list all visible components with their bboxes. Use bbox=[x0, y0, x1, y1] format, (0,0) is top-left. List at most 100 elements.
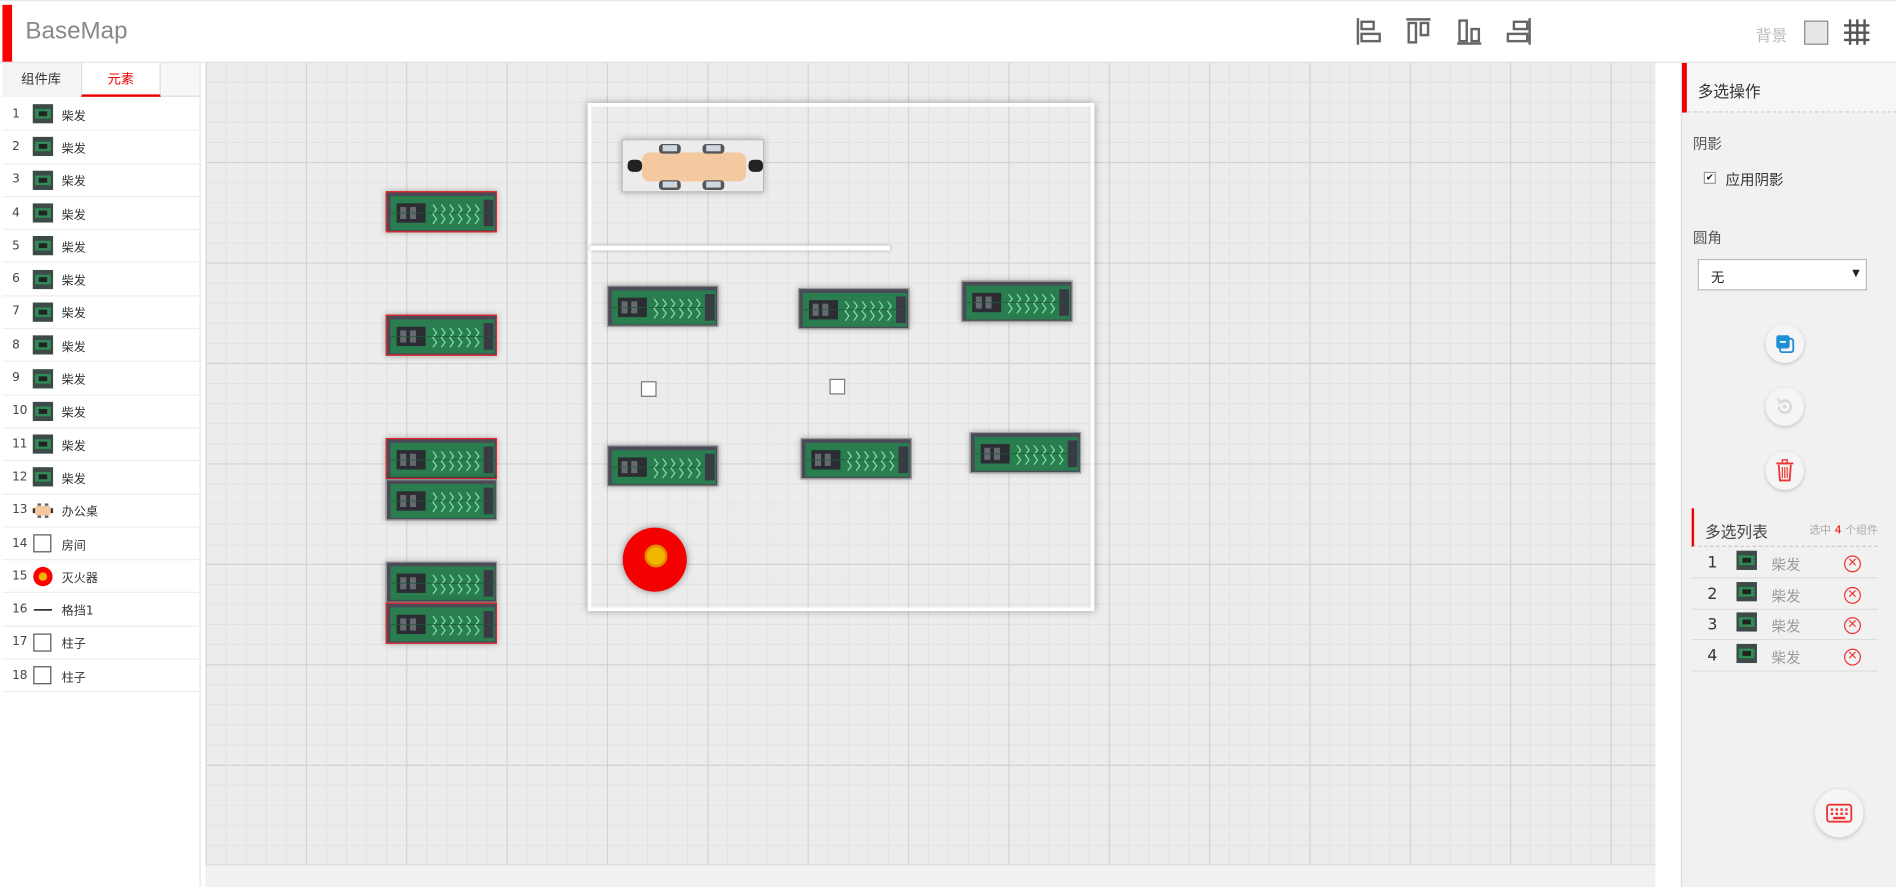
left-panel: 组件库 元素 1 柴发 2 柴发 3 柴发 4 柴发 5 柴发 6 柴发 7 柴发 8 柴发 9 柴发 10 柴发 11… bbox=[2, 62, 201, 887]
selected-item-index: 4 bbox=[1707, 647, 1718, 666]
generator-icon bbox=[31, 368, 53, 388]
list-item[interactable]: 13 办公桌 bbox=[2, 494, 200, 528]
background-swatch-button[interactable] bbox=[1804, 20, 1829, 45]
list-item-index: 9 bbox=[12, 371, 20, 385]
generator[interactable] bbox=[385, 602, 497, 644]
generator[interactable] bbox=[798, 288, 910, 330]
align-right-icon[interactable] bbox=[1505, 17, 1532, 46]
keyboard-button[interactable] bbox=[1815, 788, 1864, 838]
generator[interactable] bbox=[961, 280, 1073, 322]
list-item[interactable]: 17 柱子 bbox=[2, 627, 200, 660]
list-item-label: 柴发 bbox=[61, 473, 86, 487]
copy-button[interactable] bbox=[1765, 324, 1805, 364]
corner-select[interactable]: 无 ▼ bbox=[1697, 258, 1868, 291]
generator-icon bbox=[31, 434, 53, 454]
list-item[interactable]: 16 格挡1 bbox=[2, 593, 200, 627]
delete-button[interactable] bbox=[1765, 451, 1805, 491]
fire-extinguisher[interactable] bbox=[622, 527, 687, 592]
align-top-icon[interactable] bbox=[1405, 17, 1432, 46]
generator-icon bbox=[31, 104, 53, 124]
remove-icon[interactable]: ✕ bbox=[1844, 648, 1861, 666]
background-label: 背景 bbox=[1755, 27, 1788, 46]
app-title: BaseMap bbox=[25, 18, 128, 45]
generator-icon bbox=[31, 467, 53, 487]
selected-prefix: 选中 bbox=[1809, 525, 1832, 538]
corner-select-value: 无 bbox=[1711, 269, 1725, 286]
reset-button[interactable] bbox=[1765, 387, 1805, 426]
chevron-down-icon: ▼ bbox=[1852, 267, 1860, 279]
shadow-label: 阴影 bbox=[1692, 135, 1722, 153]
list-item-label: 柴发 bbox=[61, 241, 86, 256]
generator[interactable] bbox=[800, 438, 912, 480]
generator[interactable] bbox=[385, 438, 497, 480]
align-bottom-icon[interactable] bbox=[1456, 17, 1483, 46]
list-item-label: 办公桌 bbox=[61, 506, 98, 520]
generator[interactable] bbox=[385, 561, 497, 603]
multi-select-list-header: 多选列表 选中 4 个组件 bbox=[1691, 508, 1878, 547]
apply-shadow-checkbox[interactable]: ✔ bbox=[1703, 171, 1716, 184]
list-item-label: 柴发 bbox=[61, 208, 86, 223]
list-item[interactable]: 15 灭火器 bbox=[2, 560, 200, 594]
generator-icon bbox=[31, 170, 53, 190]
selected-item-row[interactable]: 3 柴发 ✕ bbox=[1691, 610, 1878, 641]
list-item-index: 16 bbox=[12, 602, 28, 617]
line-icon bbox=[31, 600, 53, 619]
list-item[interactable]: 9 柴发 bbox=[2, 362, 200, 396]
element-list: 1 柴发 2 柴发 3 柴发 4 柴发 5 柴发 6 柴发 7 柴发 8 柴发 9 柴发 10 柴发 11 柴发 12 柴发 1… bbox=[2, 98, 200, 693]
list-item-index: 7 bbox=[12, 305, 20, 319]
list-item-index: 2 bbox=[12, 140, 20, 154]
remove-icon[interactable]: ✕ bbox=[1844, 586, 1861, 604]
remove-icon[interactable]: ✕ bbox=[1844, 555, 1861, 573]
map-canvas[interactable] bbox=[205, 62, 1656, 865]
generator-icon bbox=[1736, 643, 1757, 663]
brand-accent-bar bbox=[2, 4, 13, 62]
keyboard-icon bbox=[1826, 803, 1853, 823]
generator[interactable] bbox=[607, 285, 719, 327]
list-item[interactable]: 3 柴发 bbox=[2, 164, 200, 198]
remove-icon[interactable]: ✕ bbox=[1844, 617, 1861, 635]
list-item[interactable]: 14 房间 bbox=[2, 527, 200, 561]
list-item[interactable]: 10 柴发 bbox=[2, 395, 200, 429]
list-item-index: 12 bbox=[12, 470, 28, 484]
list-item-index: 14 bbox=[12, 536, 28, 550]
pillar[interactable] bbox=[829, 378, 846, 395]
selected-item-row[interactable]: 4 柴发 ✕ bbox=[1691, 641, 1878, 672]
selected-item-row[interactable]: 1 柴发 ✕ bbox=[1691, 548, 1878, 579]
list-item[interactable]: 5 柴发 bbox=[2, 230, 200, 264]
list-item[interactable]: 1 柴发 bbox=[2, 98, 200, 132]
office-desk-graphic bbox=[627, 144, 764, 190]
pillar[interactable] bbox=[640, 381, 657, 397]
align-left-icon[interactable] bbox=[1356, 17, 1383, 46]
office-desk[interactable] bbox=[621, 139, 765, 193]
generator[interactable] bbox=[385, 191, 497, 233]
horizontal-scrollbar[interactable] bbox=[205, 864, 1656, 887]
list-item-index: 5 bbox=[12, 239, 20, 253]
list-item[interactable]: 11 柴发 bbox=[2, 428, 200, 462]
list-item[interactable]: 6 柴发 bbox=[2, 263, 200, 297]
partition-wall[interactable] bbox=[590, 245, 890, 251]
list-item-index: 4 bbox=[12, 206, 20, 220]
list-item[interactable]: 18 柱子 bbox=[2, 660, 200, 693]
grid-icon[interactable] bbox=[1843, 18, 1871, 46]
list-item-index: 11 bbox=[12, 437, 28, 451]
generator[interactable] bbox=[607, 445, 719, 487]
generator-icon bbox=[31, 137, 53, 157]
tab-elements[interactable]: 元素 bbox=[81, 62, 161, 97]
list-item[interactable]: 12 柴发 bbox=[2, 461, 200, 495]
generator[interactable] bbox=[385, 314, 497, 356]
list-item-label: 柴发 bbox=[61, 406, 86, 421]
generator[interactable] bbox=[969, 432, 1082, 474]
generator-icon bbox=[1736, 612, 1757, 632]
list-item-index: 3 bbox=[12, 173, 20, 187]
list-item[interactable]: 8 柴发 bbox=[2, 329, 200, 363]
list-item[interactable]: 7 柴发 bbox=[2, 296, 200, 330]
right-panel: 多选操作 阴影 ✔ 应用阴影 圆角 无 ▼ 多选列表 选中 4 个组件 1 柴发 ✕ 2 柴发… bbox=[1680, 62, 1896, 887]
list-item-index: 1 bbox=[12, 107, 20, 121]
list-item[interactable]: 2 柴发 bbox=[2, 131, 200, 165]
selected-item-row[interactable]: 2 柴发 ✕ bbox=[1691, 579, 1878, 610]
generator-icon bbox=[31, 401, 53, 421]
tab-component-library[interactable]: 组件库 bbox=[2, 62, 80, 97]
list-item[interactable]: 4 柴发 bbox=[2, 197, 200, 231]
generator-icon bbox=[1736, 550, 1757, 570]
generator[interactable] bbox=[385, 479, 497, 521]
